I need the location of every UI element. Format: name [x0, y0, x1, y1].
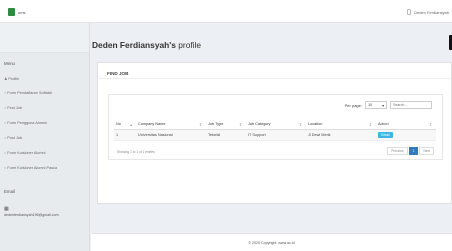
cell-location: Jl Dewi Merik	[306, 129, 376, 141]
job-table-panel: Per page: 10 ▾ No▴ Company Name⇕ Job Typ…	[108, 94, 443, 160]
email-address: dedenferdiansyah196@gmail.com	[4, 213, 59, 217]
page-1-button[interactable]: 1	[408, 147, 419, 155]
page-title-name: Deden Ferdiansyah's	[92, 40, 176, 50]
footer-copyright: © 2020 Copyright: www.ac.id	[248, 241, 295, 245]
sidebar-item-label: Form Kuisioner Alumni Pasca	[7, 166, 58, 170]
sidebar-item-post-job[interactable]: ○ Post Job	[4, 136, 22, 140]
sidebar-item-label: Find Job	[7, 106, 22, 110]
user-menu[interactable]: Deden Ferdiansyah	[407, 9, 449, 15]
search-input[interactable]	[390, 101, 432, 109]
mail-icon: ▦	[4, 206, 9, 212]
column-header-company-name[interactable]: Company Name ⇕	[136, 121, 206, 130]
logo-icon	[8, 8, 15, 16]
circle-icon: ○	[4, 136, 7, 140]
column-header-no[interactable]: No ▴	[114, 121, 136, 130]
user-icon	[407, 9, 412, 15]
column-header-job-category[interactable]: Job Category ⇕	[246, 121, 306, 130]
sort-icon: ⇕	[298, 123, 302, 128]
sidebar-item-form-kuisioner-alumni-pasca[interactable]: ○ Form Kuisioner Alumni Pasca	[4, 166, 57, 170]
cell-no: 1	[114, 129, 136, 141]
circle-icon: ○	[4, 151, 7, 155]
sidebar: Menu ♟ Profile ○ Form Pendaftaran Softsk…	[0, 23, 90, 251]
job-table: No ▴ Company Name ⇕ Job Type ⇕ Job Category…	[114, 121, 436, 141]
chevron-down-icon: ▾	[382, 103, 384, 108]
menu-title: Menu	[4, 61, 15, 66]
user-name: Deden Ferdiansyah	[414, 9, 449, 15]
column-header-location[interactable]: Location ⇕	[306, 121, 376, 130]
pagination: Previous 1 Next	[387, 147, 434, 155]
top-navbar: ums Deden Ferdiansyah	[0, 0, 452, 23]
app-logo[interactable]: ums	[8, 8, 26, 16]
page-title-rest: profile	[175, 40, 202, 50]
per-page-value: 10	[368, 103, 373, 107]
cell-job-category: IT Support	[246, 129, 306, 141]
circle-icon: ○	[4, 91, 7, 95]
card-title: FIND JOB	[98, 63, 451, 79]
cell-company: Universitas Nasional	[136, 129, 206, 141]
showing-entries: Showing 1 to 1 of 1 entries	[117, 150, 155, 154]
sidebar-item-label: Form Pendaftaran Softskill	[7, 91, 53, 95]
sidebar-brand	[0, 23, 89, 53]
table-header-row: No ▴ Company Name ⇕ Job Type ⇕ Job Category…	[114, 121, 436, 130]
sidebar-item-label: Profile	[8, 76, 20, 81]
circle-icon: ○	[4, 166, 7, 170]
circle-icon: ○	[4, 106, 7, 110]
sort-icon: ⇕	[368, 123, 372, 128]
logo-text: ums	[18, 9, 26, 15]
previous-page-button[interactable]: Previous	[387, 147, 408, 155]
user-icon: ♟	[4, 77, 8, 81]
email-block: ▦ dedenferdiansyah196@gmail.com	[4, 206, 59, 217]
page-title: Deden Ferdiansyah's profile	[92, 40, 201, 50]
sort-icon: ⇕	[198, 123, 202, 128]
sidebar-item-form-pengguna-alumni[interactable]: ○ Form Pengguna Alumni	[4, 121, 47, 125]
detail-button[interactable]: Detail	[378, 131, 393, 138]
column-header-action[interactable]: Action ⇕	[376, 121, 436, 130]
email-title: Email	[4, 189, 15, 194]
sidebar-item-label: Form Pengguna Alumni	[7, 121, 47, 125]
cell-action: Detail	[376, 129, 436, 141]
sidebar-item-form-kuisioner-alumni[interactable]: ○ Form Kuisioner Alumni	[4, 151, 46, 155]
per-page-label: Per page:	[344, 102, 362, 108]
sort-icon: ⇕	[238, 123, 242, 128]
table-toolbar: Per page: 10 ▾	[345, 101, 432, 109]
sidebar-item-profile[interactable]: ♟ Profile	[4, 76, 20, 82]
sort-asc-icon: ▴	[130, 123, 132, 128]
per-page-select[interactable]: 10 ▾	[365, 101, 387, 109]
cell-job-type: Tetorial	[206, 129, 246, 141]
find-job-card: FIND JOB Per page: 10 ▾ No▴ Company Name…	[97, 62, 452, 204]
footer: © 2020 Copyright: www.ac.id	[91, 233, 452, 251]
column-header-job-type[interactable]: Job Type ⇕	[206, 121, 246, 130]
sidebar-item-form-pendaftaran-softskill[interactable]: ○ Form Pendaftaran Softskill	[4, 91, 52, 95]
next-page-button[interactable]: Next	[419, 147, 434, 155]
sort-icon: ⇕	[428, 123, 432, 128]
sidebar-item-label: Form Kuisioner Alumni	[7, 151, 46, 155]
table-row: 1 Universitas Nasional Tetorial IT Suppo…	[114, 129, 436, 141]
sidebar-item-find-job[interactable]: ○ Find Job	[4, 106, 22, 110]
circle-icon: ○	[4, 121, 7, 125]
sidebar-item-label: Post Job	[7, 136, 23, 140]
